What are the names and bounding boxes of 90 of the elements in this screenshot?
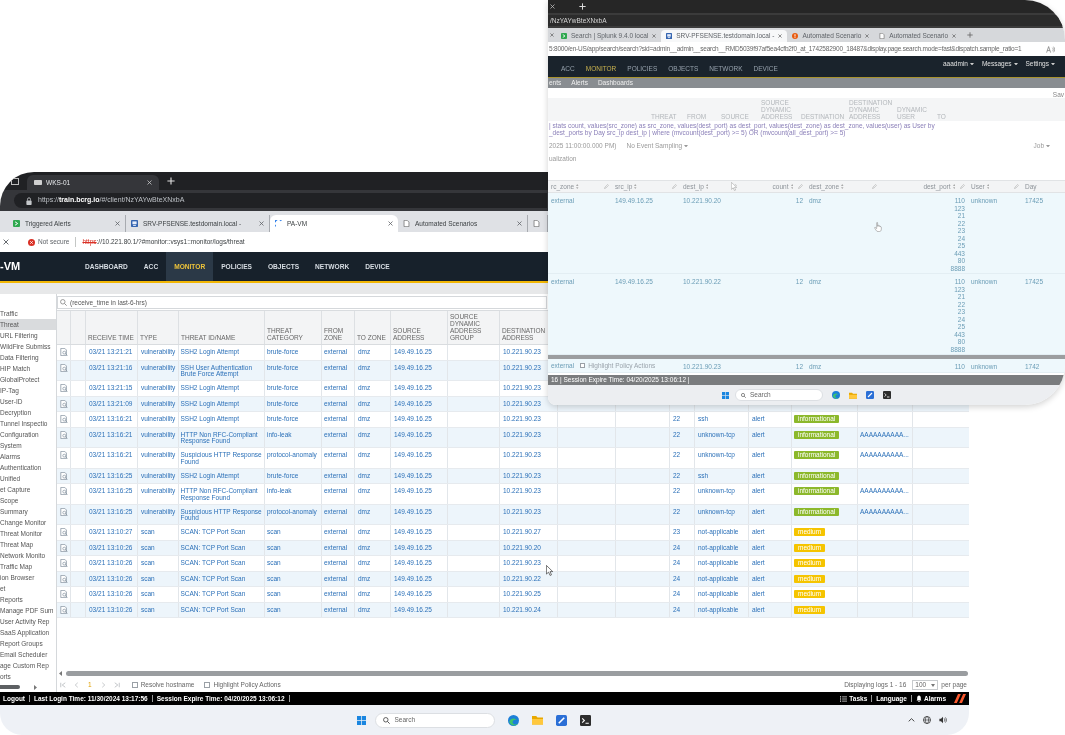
lock-icon bbox=[26, 196, 32, 205]
sidebar-scrollbar[interactable] bbox=[0, 685, 20, 689]
document-magnifier-icon[interactable] bbox=[59, 543, 68, 552]
hand-cursor-icon bbox=[874, 222, 882, 232]
search-icon bbox=[741, 392, 746, 398]
document-magnifier-icon[interactable] bbox=[59, 415, 68, 423]
document-magnifier-icon[interactable] bbox=[59, 471, 68, 480]
document-icon bbox=[533, 220, 540, 227]
document-magnifier-icon[interactable] bbox=[59, 451, 68, 459]
app-tile-icon bbox=[666, 33, 673, 39]
document-magnifier-icon[interactable] bbox=[59, 487, 68, 495]
pencil-icon[interactable] bbox=[1014, 184, 1019, 189]
last-page-icon[interactable] bbox=[113, 682, 120, 688]
spinner-icon bbox=[275, 220, 282, 227]
swirl-icon[interactable] bbox=[832, 391, 840, 399]
sort-icon[interactable] bbox=[705, 184, 709, 189]
checkbox[interactable] bbox=[580, 363, 586, 368]
close-icon[interactable] bbox=[550, 4, 555, 9]
document-icon bbox=[403, 220, 410, 227]
document-icon bbox=[879, 33, 886, 39]
first-page-icon[interactable] bbox=[60, 682, 66, 688]
four-squares-icon[interactable] bbox=[356, 715, 366, 725]
sort-icon[interactable] bbox=[634, 184, 637, 189]
four-squares-icon[interactable] bbox=[722, 391, 729, 399]
close-icon[interactable] bbox=[259, 221, 264, 226]
document-magnifier-icon[interactable] bbox=[59, 559, 68, 567]
close-icon[interactable] bbox=[778, 34, 783, 38]
logo-icon bbox=[954, 694, 966, 703]
caret-down-icon bbox=[1013, 62, 1018, 66]
caret-down-icon bbox=[969, 62, 974, 66]
caret-left-icon[interactable] bbox=[59, 670, 62, 676]
prompt-icon bbox=[561, 33, 567, 39]
pencil-icon[interactable] bbox=[960, 184, 965, 189]
document-magnifier-icon[interactable] bbox=[59, 430, 68, 439]
pen-tile-icon[interactable] bbox=[866, 391, 874, 399]
document-magnifier-icon[interactable] bbox=[59, 384, 68, 392]
app-tile-icon bbox=[131, 220, 138, 227]
globe-icon[interactable] bbox=[923, 716, 931, 724]
folder-icon[interactable] bbox=[849, 391, 857, 399]
bell-icon bbox=[915, 695, 922, 702]
list-icon bbox=[840, 695, 848, 702]
document-magnifier-icon[interactable] bbox=[59, 605, 68, 614]
pencil-icon[interactable] bbox=[732, 184, 737, 189]
sort-icon[interactable] bbox=[790, 184, 793, 189]
pencil-icon[interactable] bbox=[672, 184, 677, 189]
terminal-icon[interactable] bbox=[883, 391, 891, 399]
close-icon[interactable] bbox=[3, 239, 9, 245]
caret-right-icon[interactable] bbox=[34, 684, 37, 690]
speaker-icon[interactable] bbox=[939, 716, 947, 724]
pencil-icon[interactable] bbox=[798, 184, 803, 189]
pencil-icon[interactable] bbox=[872, 184, 877, 189]
horizontal-scrollbar[interactable] bbox=[548, 355, 1065, 359]
caret-down-icon bbox=[931, 683, 936, 687]
document-magnifier-icon[interactable] bbox=[59, 363, 68, 372]
close-icon[interactable] bbox=[388, 221, 393, 226]
caret-down-icon bbox=[684, 144, 689, 148]
caret-down-icon bbox=[1046, 144, 1050, 148]
document-magnifier-icon[interactable] bbox=[59, 528, 68, 536]
document-magnifier-icon[interactable] bbox=[59, 399, 68, 408]
prompt-icon bbox=[13, 220, 20, 227]
checkbox[interactable] bbox=[204, 682, 211, 688]
sort-icon[interactable] bbox=[952, 184, 955, 189]
close-icon[interactable] bbox=[517, 221, 522, 226]
pen-tile-icon[interactable] bbox=[555, 714, 567, 726]
folder-icon[interactable] bbox=[531, 715, 543, 725]
chevron-up-icon[interactable] bbox=[908, 718, 915, 722]
checkbox[interactable] bbox=[131, 682, 138, 688]
previous-page-icon[interactable] bbox=[74, 682, 79, 688]
document-magnifier-icon[interactable] bbox=[59, 574, 68, 583]
horizontal-scrollbar[interactable] bbox=[66, 670, 968, 676]
document-magnifier-icon[interactable] bbox=[59, 590, 68, 598]
pencil-icon[interactable] bbox=[604, 184, 609, 189]
sort-icon[interactable] bbox=[986, 184, 990, 189]
document-magnifier-icon[interactable] bbox=[59, 507, 68, 516]
caret-down-icon bbox=[1051, 62, 1055, 66]
logo-text: -VM bbox=[0, 261, 21, 272]
sort-icon[interactable] bbox=[841, 184, 844, 189]
error-icon bbox=[28, 238, 35, 246]
next-page-icon[interactable] bbox=[100, 682, 106, 688]
search-icon bbox=[60, 299, 67, 306]
terminal-icon[interactable] bbox=[579, 714, 591, 726]
swirl-icon[interactable] bbox=[507, 714, 519, 726]
document-magnifier-icon[interactable] bbox=[59, 348, 68, 356]
alert-icon bbox=[792, 33, 799, 39]
close-icon[interactable] bbox=[115, 221, 120, 226]
search-icon bbox=[382, 716, 390, 724]
sort-icon[interactable] bbox=[576, 184, 579, 189]
window-icon bbox=[11, 177, 19, 185]
screen-icon bbox=[34, 180, 42, 185]
read-aloud-icon[interactable] bbox=[1046, 45, 1055, 53]
